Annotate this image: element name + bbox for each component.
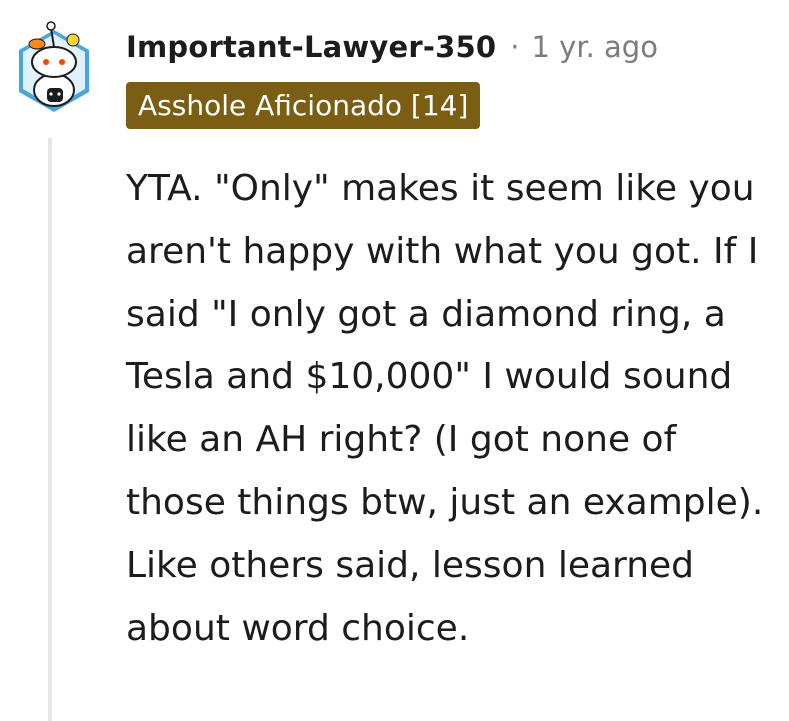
user-flair-badge: Asshole Aficionado [14] xyxy=(126,82,481,129)
comment-header: Important-Lawyer-350 · 1 yr. ago xyxy=(126,24,658,70)
avatar[interactable] xyxy=(13,10,95,114)
thread-line[interactable] xyxy=(48,138,52,721)
comment-body: YTA. "Only" makes it seem like you aren'… xyxy=(126,168,764,649)
meta-separator: · xyxy=(510,30,520,64)
snoo-avatar-icon xyxy=(19,21,89,112)
author-username[interactable]: Important-Lawyer-350 xyxy=(126,30,496,64)
comment-timestamp[interactable]: 1 yr. ago xyxy=(531,30,657,64)
